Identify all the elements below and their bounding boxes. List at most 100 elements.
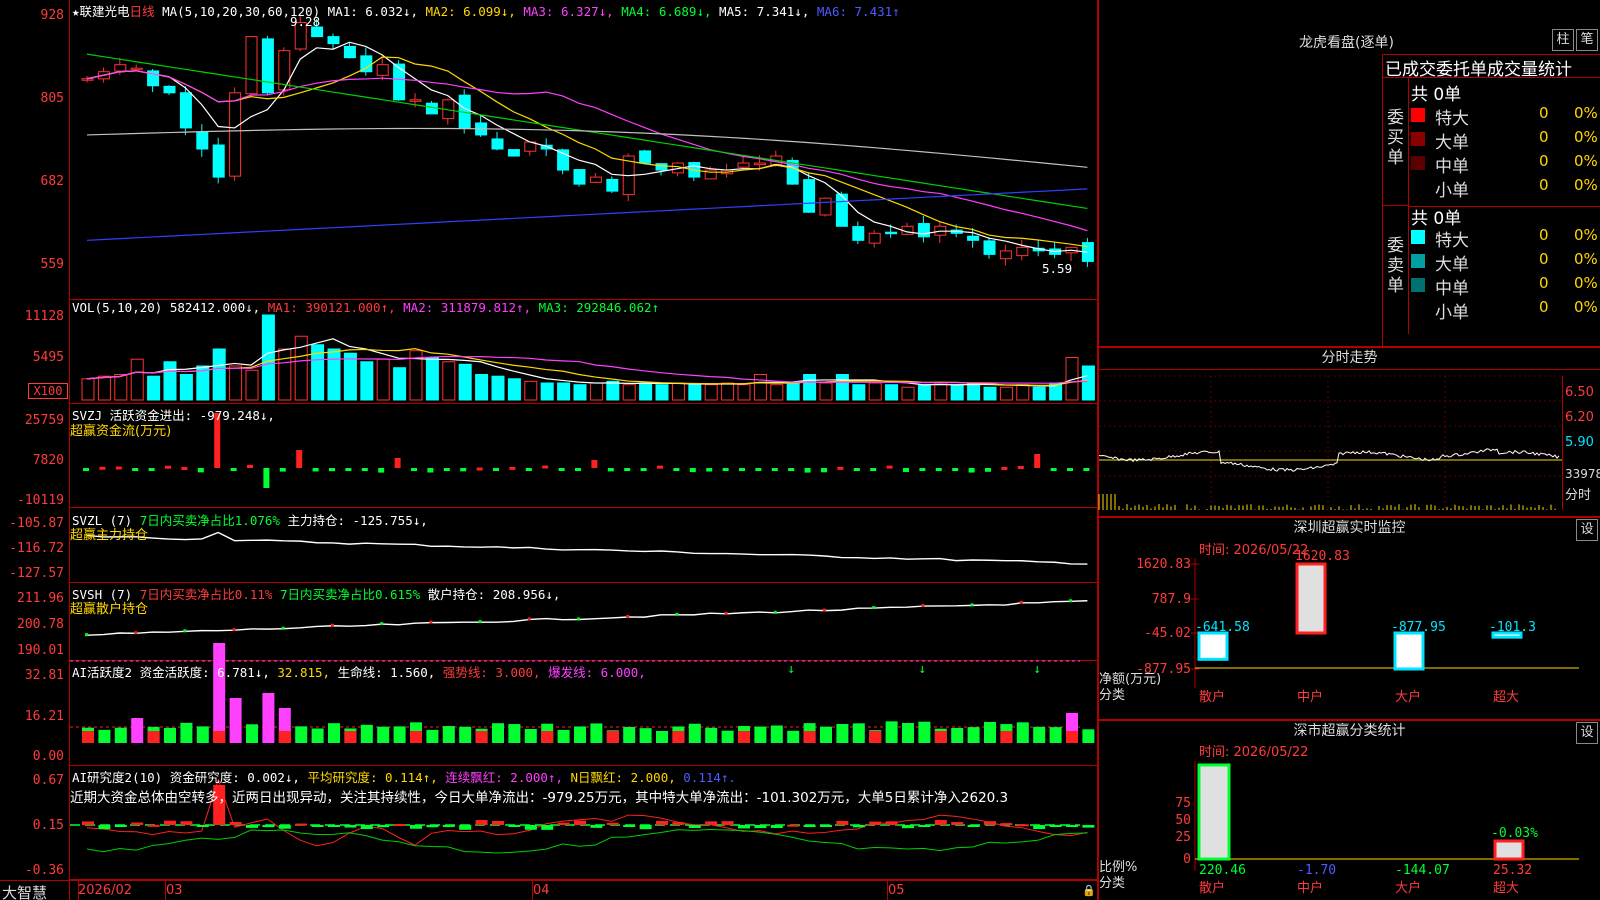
candle-body [753,162,766,166]
candle-body [606,178,619,192]
cy-axis-label: 0 [1183,852,1191,867]
flow-bar [361,468,368,471]
flow-bar [263,468,270,488]
intraday-panel[interactable]: 分时走势 6.50 6.20 5.90 33978 分时 [1098,346,1600,516]
price-pane[interactable] [70,0,1097,300]
activity-bar [246,724,258,743]
activity-bar [754,726,767,743]
candle-body [885,231,898,235]
price-axis-2: 682 [40,174,64,189]
intraday-chart[interactable] [1098,375,1562,510]
research-bar [639,825,652,830]
activity-bar [623,727,636,743]
activity-bar [98,729,111,743]
price-header: ★联建光电日线 MA(5,10,20,30,60,120) MA1: 6.032… [72,1,900,20]
research-bar [295,823,308,826]
flow-bar [443,468,450,471]
sz-bar-value: -101.3 [1489,620,1536,635]
flow-bar [525,468,532,471]
research-bar [951,822,964,825]
vol-unit-badge[interactable]: X100 [28,383,68,399]
retail-line [86,600,1088,636]
candlestick-chart[interactable] [70,0,1097,300]
candle-body [196,131,209,150]
retail-marker [183,629,187,633]
flow-bar [903,468,909,472]
tick-view-button[interactable]: 笔 [1576,29,1598,51]
ai-commentary: 近期大资金总体由空转多，近两日出现异动，关注其持续性，今日大单净流出：-979.… [70,790,1009,804]
longhu-row: 特大 0 0% [1411,104,1599,129]
cy-extra-label: -0.03% [1491,826,1538,841]
price-axis-3: 559 [40,257,64,272]
stock-name: 联建光电 [79,4,130,19]
low-price-label: 5.59 [1042,261,1073,276]
activity-red-bar [934,731,947,743]
sz-category-label: 超大 [1493,690,1519,705]
research-bar [278,825,291,829]
volume-chart[interactable] [70,300,1097,404]
flow-bar [542,465,549,469]
flow-bar [312,468,319,472]
research-bar [721,821,734,825]
row-count: 0 [1539,128,1549,146]
retail-marker [823,608,826,612]
bar-view-button[interactable]: 柱 [1552,29,1574,51]
candle-body [261,38,274,94]
activity-bar [852,723,865,743]
color-swatch [1411,180,1425,194]
flow-bar [821,468,827,473]
intraday-axis-1: 6.20 [1565,410,1594,425]
volume-bar [229,365,243,401]
activity-bar [262,693,275,743]
activity-bar [705,727,718,743]
activity-red-bar [475,731,488,743]
research-bar [770,825,783,829]
svsh-ratio2: 7日内买卖净占比0.615% [279,587,421,602]
row-percent: 0% [1574,152,1598,170]
sz-classify-panel: 深市超赢分类统计 设 时间: 2026/05/22 75 50 25 0 -0.03% 2… [1099,719,1600,900]
color-swatch [1411,278,1425,292]
cy-axis-label: 25 [1175,830,1191,845]
cy-axis-label: 75 [1175,796,1191,811]
volume-bar [967,382,981,401]
volume-bar [885,384,899,401]
volume-bar [868,382,882,401]
flow-bar [985,468,991,472]
flow-bar [853,468,860,471]
flow-bar [575,468,581,471]
intraday-title: 分时走势 [1099,348,1600,370]
vol-label: VOL(5,10,20) [72,300,163,315]
flow-bar [394,458,401,468]
candle-body [999,250,1012,260]
research-bar [590,825,603,828]
activity-bar [508,724,521,743]
buy-side-label: 委买单 [1383,78,1409,206]
row-count: 0 [1539,298,1549,316]
flow-bar [591,460,598,468]
candle-body [737,162,750,168]
svsh-title: 超赢散户持仓 [70,602,149,617]
volume-bar [639,382,653,401]
flow-bar [837,466,844,470]
candle-body [573,169,586,185]
candle-body [245,36,258,95]
candle-body [393,63,406,101]
flow-bar [279,468,286,472]
period-label[interactable]: 日线 [130,4,155,19]
volume-bar [163,361,177,401]
cy-category-label: 散户 [1199,880,1225,896]
row-count: 0 [1539,152,1549,170]
activity-bar [656,730,668,743]
flow-bar [706,468,713,472]
price-axis-0: 928 [40,8,64,23]
star-icon[interactable]: ★ [72,4,80,19]
candle-body [639,150,652,164]
volume-bar [540,382,554,401]
volume-pane[interactable] [70,300,1097,404]
research-bar [360,825,373,830]
ai2-axis-2: -0.36 [24,863,64,878]
sz-ratio-chart: 75 50 25 0 -0.03% 220.46 散户 -1.70 中户 -144.07 大户 25.… [1175,761,1579,896]
lock-icon[interactable]: 🔒 [1082,884,1096,897]
candle-body [1016,246,1029,257]
activity-bar [114,727,127,743]
